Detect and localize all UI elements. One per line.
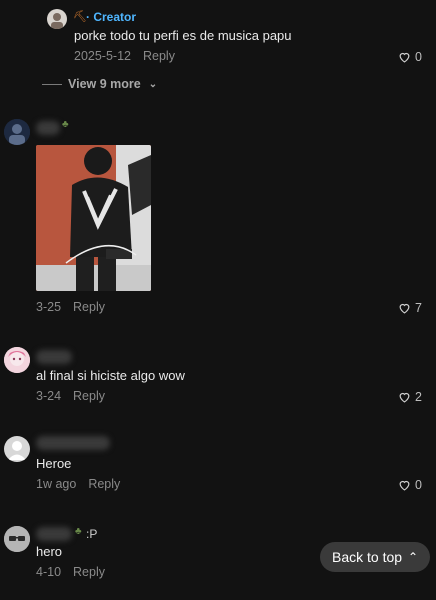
username-blurred[interactable] [36,121,60,135]
default-avatar[interactable] [4,436,30,462]
reply-button[interactable]: Reply [73,389,105,403]
like-count: 0 [415,50,422,64]
comment-text: porke todo tu perfi es de musica papu [74,28,292,43]
username-blurred[interactable] [36,436,110,450]
axe-emoji-icon: ⛏ [73,11,87,23]
heart-icon [399,52,410,63]
double-chevron-up-icon: ⌃ [408,550,419,564]
creator-avatar[interactable] [47,9,67,29]
username-suffix: :P [86,527,98,541]
back-to-top-button[interactable]: Back to top ⌃ [320,542,431,572]
username-blurred[interactable] [36,350,72,364]
heart-icon [399,392,410,403]
heart-icon [399,480,410,491]
comment-date: 3-25 [36,300,62,314]
chevron-down-icon: ⌄ [148,78,158,90]
like-count: 2 [415,390,422,404]
view-more-label: View 9 more [68,77,141,91]
reply-button[interactable]: Reply [88,477,120,491]
view-more-replies[interactable]: View 9 more ⌄ [42,77,157,91]
comment-date: 1w ago [36,477,77,491]
like-button[interactable]: 0 [398,50,422,64]
like-button[interactable]: 7 [398,301,422,315]
comment-text: Heroe [36,456,72,471]
reply-button[interactable]: Reply [143,49,175,63]
username-blurred[interactable] [36,527,72,541]
heart-icon [399,303,410,314]
user-avatar[interactable] [4,526,30,552]
like-button[interactable]: 0 [398,478,422,492]
comment-date: 3-24 [36,389,62,403]
user-avatar[interactable] [4,119,30,145]
creator-badge: · Creator [86,10,137,24]
like-count: 7 [415,301,422,315]
comment-date: 4-10 [36,565,62,579]
like-button[interactable]: 2 [398,390,422,404]
user-avatar[interactable] [4,347,30,373]
leaf-emoji-icon: ♣ [75,526,82,537]
comment-text: al final si hiciste algo wow [36,368,185,383]
divider-line [42,83,62,85]
reply-button[interactable]: Reply [73,565,105,579]
like-count: 0 [415,478,422,492]
comment-date: 2025-5-12 [74,49,131,63]
leaf-emoji-icon: ♣ [62,119,69,130]
comment-photo[interactable] [36,145,151,291]
reply-button[interactable]: Reply [73,300,105,314]
back-to-top-label: Back to top [332,549,403,565]
comment-text: hero [36,544,63,559]
